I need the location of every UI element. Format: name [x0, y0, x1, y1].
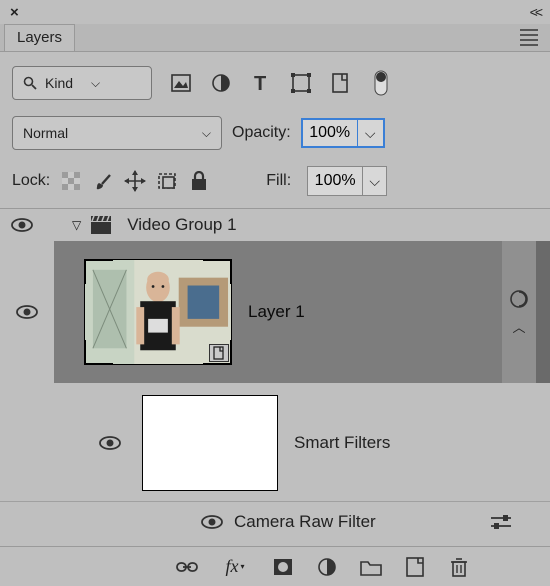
opacity-input[interactable] [303, 124, 357, 142]
filter-blending-options-icon[interactable] [490, 514, 512, 530]
collapse-filters-icon[interactable]: ︿ [512, 317, 525, 336]
filter-smartobject-icon[interactable] [330, 72, 352, 94]
video-group-icon [91, 216, 111, 234]
lock-artboard-icon[interactable] [156, 170, 178, 192]
fill-dropdown-icon[interactable]: ⌵ [362, 167, 386, 195]
lock-all-icon[interactable] [188, 170, 210, 192]
lock-position-icon[interactable] [124, 170, 146, 192]
lock-transparency-icon[interactable] [60, 170, 82, 192]
lock-label: Lock: [12, 172, 50, 190]
filter-kind-label: Kind [45, 75, 73, 91]
opacity-dropdown-icon[interactable]: ⌵ [357, 120, 383, 146]
fill-label: Fill: [266, 172, 291, 190]
visibility-toggle-group[interactable] [10, 217, 34, 233]
filter-toggle-switch[interactable] [370, 72, 392, 94]
filter-shape-icon[interactable] [290, 72, 312, 94]
group-name[interactable]: Video Group 1 [127, 215, 236, 235]
new-layer-icon[interactable] [404, 556, 426, 578]
smart-object-badge-icon [209, 344, 229, 362]
fill-input-group[interactable]: ⌵ [307, 166, 387, 196]
visibility-toggle-smartfilters[interactable] [98, 435, 122, 451]
delete-layer-icon[interactable] [448, 556, 470, 578]
layer-thumbnail[interactable] [84, 259, 232, 365]
tab-layers[interactable]: Layers [4, 24, 75, 51]
new-adjustment-layer-icon[interactable] [316, 556, 338, 578]
opacity-input-group[interactable]: ⌵ [301, 118, 385, 148]
filter-pixel-icon[interactable] [170, 72, 192, 94]
expand-group-icon[interactable]: ▽ [72, 218, 81, 232]
blend-mode-select[interactable]: Normal ⌵ [12, 116, 222, 150]
search-icon [23, 76, 37, 90]
chevron-down-icon: ⌵ [91, 76, 100, 91]
filter-adjustment-icon[interactable] [210, 72, 232, 94]
filter-name[interactable]: Camera Raw Filter [234, 512, 376, 532]
filter-mask-thumbnail[interactable] [142, 395, 278, 491]
panel-menu-icon[interactable] [520, 26, 538, 49]
filter-type-icon[interactable]: T [250, 72, 272, 94]
layer-row[interactable]: Layer 1 [54, 241, 502, 383]
blend-mode-value: Normal [23, 125, 184, 141]
link-layers-icon[interactable] [176, 556, 198, 578]
lock-paint-icon[interactable] [92, 170, 114, 192]
visibility-toggle-crf[interactable] [200, 514, 224, 530]
layer-name[interactable]: Layer 1 [248, 302, 305, 322]
smart-filter-visibility-icon[interactable] [509, 289, 529, 309]
new-group-icon[interactable] [360, 556, 382, 578]
smart-filters-label: Smart Filters [294, 433, 390, 453]
close-icon[interactable]: × [10, 4, 19, 21]
collapse-panel-icon[interactable]: << [530, 4, 540, 20]
filter-kind-select[interactable]: Kind ⌵ [12, 66, 152, 100]
opacity-label: Opacity: [232, 124, 291, 142]
chevron-down-icon: ⌵ [202, 126, 211, 141]
fill-input[interactable] [308, 172, 362, 190]
add-mask-icon[interactable] [272, 556, 294, 578]
layer-style-icon[interactable]: fx▾ [220, 556, 250, 578]
svg-text:T: T [254, 73, 266, 93]
visibility-toggle-layer1[interactable] [15, 304, 39, 320]
